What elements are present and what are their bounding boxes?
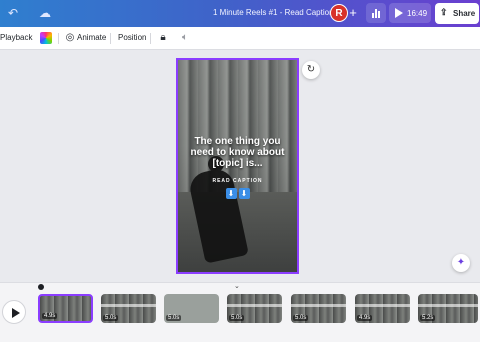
timeline-clip[interactable]: 5.2s: [418, 294, 478, 323]
clip-text-strip: [291, 304, 346, 307]
clip-duration: 5.0s: [293, 315, 309, 321]
timeline-panel: ⌄ 4.9s 5.0s 5.0s 5.0s 5.0s 4.9s 5.2s: [0, 282, 480, 342]
insights-button[interactable]: [366, 3, 386, 23]
down-arrow-emoji-icon: ⬇: [238, 188, 250, 199]
present-play-button[interactable]: 16:49: [389, 3, 431, 23]
clip-text-strip: [355, 304, 410, 307]
clip-text-strip: [101, 304, 156, 307]
bar-icon: [378, 11, 380, 18]
add-collaborator-button[interactable]: +: [346, 5, 360, 21]
timeline-clip[interactable]: 4.9s: [38, 294, 93, 323]
top-bar: ↶ ☁ 1 Minute Reels #1 - Read Caption R +…: [0, 0, 480, 27]
play-icon: [395, 8, 403, 18]
clip-duration: 5.0s: [103, 315, 119, 321]
headline-text[interactable]: The one thing you need to know about [to…: [182, 136, 293, 169]
timeline-play-button[interactable]: [2, 300, 26, 324]
clip-duration: 5.0s: [229, 315, 245, 321]
clip-duration: 5.2s: [420, 315, 436, 321]
play-duration-label: 16:49: [407, 9, 428, 18]
bar-icon: [372, 13, 374, 18]
clip-duration: 4.9s: [42, 313, 58, 319]
divider: [58, 33, 59, 44]
animate-icon[interactable]: ◎: [63, 31, 77, 45]
animate-button[interactable]: Animate: [77, 33, 106, 42]
editor-toolbar: Playback ◎ Animate Position 🔒︎ 🔈︎: [0, 27, 480, 50]
timeline-clip[interactable]: 5.0s: [164, 294, 219, 323]
clip-text-strip: [418, 304, 478, 307]
color-picker-icon[interactable]: [40, 32, 52, 44]
cloud-save-icon[interactable]: ☁: [38, 6, 52, 20]
share-icon: ⇪: [440, 7, 448, 17]
bar-icon: [375, 9, 377, 18]
divider: [110, 33, 111, 44]
playhead-marker[interactable]: [38, 284, 44, 290]
clip-duration: 4.9s: [357, 315, 373, 321]
timeline-clip[interactable]: 5.0s: [101, 294, 156, 323]
emoji-row[interactable]: ⬇ ⬇: [178, 188, 297, 199]
position-button[interactable]: Position: [118, 33, 146, 42]
down-arrow-emoji-icon: ⬇: [225, 188, 237, 199]
timeline-clip[interactable]: 4.9s: [355, 294, 410, 323]
clip-duration: 5.0s: [166, 315, 182, 321]
refresh-icon[interactable]: ↻: [302, 61, 320, 79]
divider: [150, 33, 151, 44]
lock-icon[interactable]: 🔒︎: [156, 31, 170, 45]
volume-icon[interactable]: 🔈︎: [178, 31, 192, 45]
magic-sparkle-icon[interactable]: ✦: [452, 254, 470, 272]
play-icon: [12, 308, 20, 318]
chevron-down-icon[interactable]: ⌄: [234, 282, 240, 290]
undo-icon[interactable]: ↶: [6, 6, 20, 20]
canvas-page[interactable]: The one thing you need to know about [to…: [176, 58, 299, 274]
read-caption-text[interactable]: READ CAPTION: [178, 178, 297, 184]
timeline-clip[interactable]: 5.0s: [227, 294, 282, 323]
playback-button[interactable]: Playback: [0, 33, 32, 42]
share-label: Share: [453, 9, 476, 18]
timeline-clip[interactable]: 5.0s: [291, 294, 346, 323]
share-button[interactable]: ⇪ Share: [435, 3, 479, 24]
clip-text-strip: [227, 304, 282, 307]
document-title[interactable]: 1 Minute Reels #1 - Read Caption: [213, 8, 334, 17]
